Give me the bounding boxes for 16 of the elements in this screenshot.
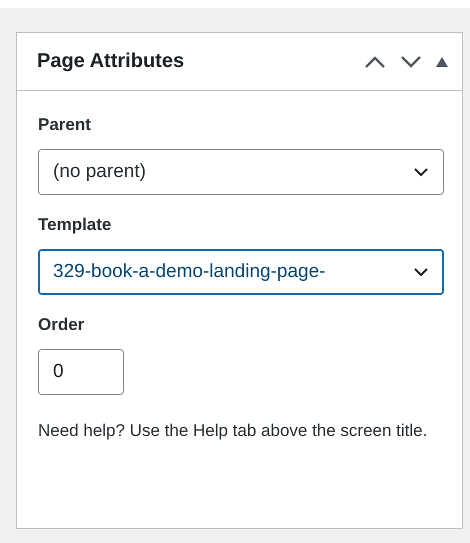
chevron-down-icon [400,54,422,68]
chevron-down-icon [413,267,429,277]
move-down-button[interactable] [400,54,422,68]
toggle-panel-button[interactable] [436,56,448,66]
triangle-icon [436,56,448,66]
help-text: Need help? Use the Help tab above the screen title. [38,420,428,442]
chevron-up-icon [364,54,386,68]
panel-title: Page Attributes [37,50,184,73]
dropdown-field[interactable]: 329-book-a-demo-landing-page- [38,249,444,295]
chevron-down-icon [413,167,429,177]
move-up-button[interactable] [364,54,386,68]
field-label: Parent [38,115,92,135]
field-label: Order [38,315,86,335]
dropdown-field[interactable]: (no parent) [38,149,444,195]
field-label: Template [38,215,112,235]
order-input[interactable]: 0 [38,349,124,395]
